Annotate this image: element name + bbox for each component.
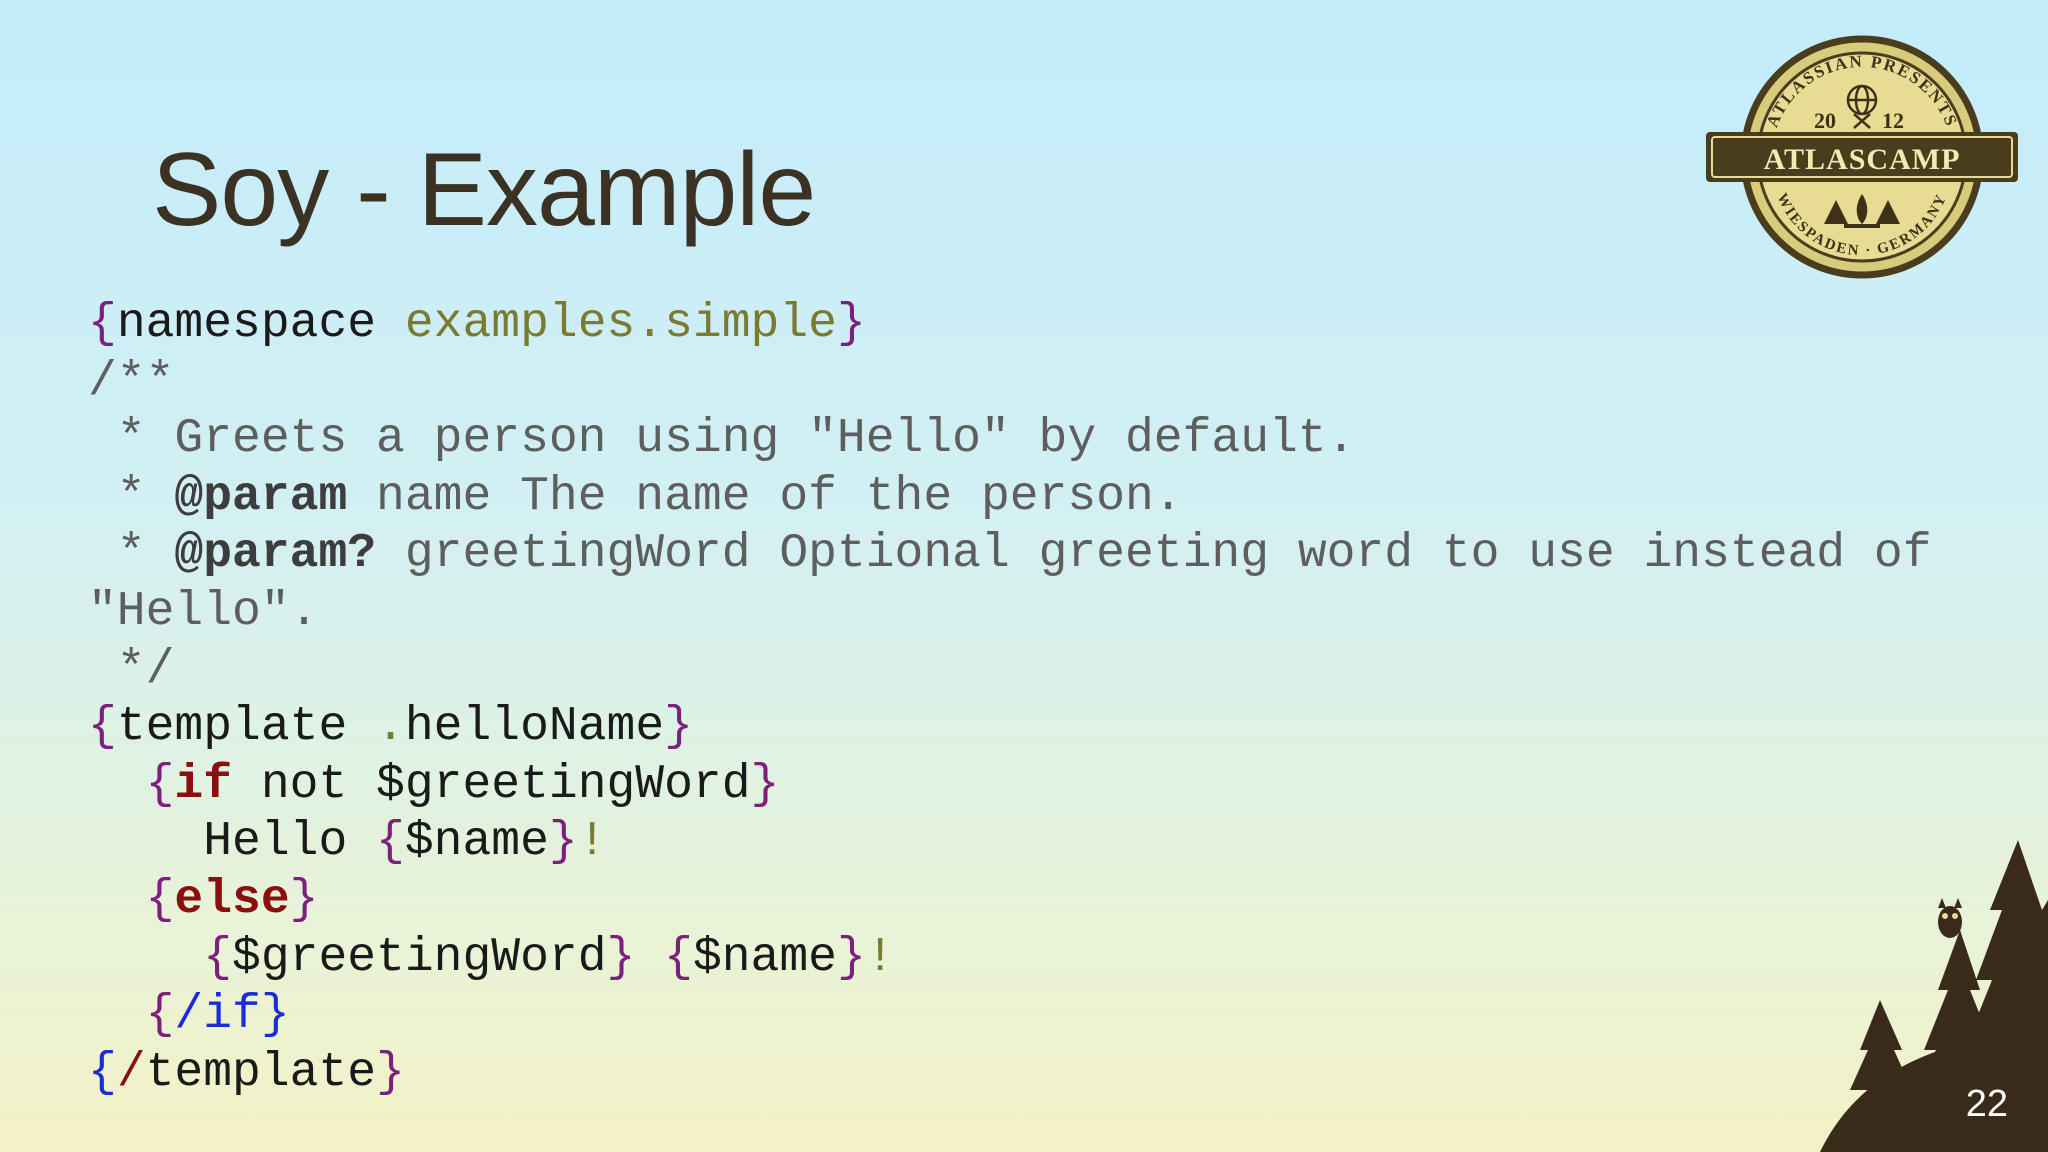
owl-icon: [1938, 898, 1962, 938]
badge-year-right: 12: [1882, 108, 1904, 133]
code-block: {namespace examples.simple} /** * Greets…: [88, 297, 1932, 1100]
badge-banner: ATLASCAMP: [1764, 143, 1961, 176]
badge-year-left: 20: [1814, 108, 1836, 133]
atlascamp-logo: ATLASSIAN PRESENTS WIESPADEN · GERMANY 2…: [1706, 35, 2018, 279]
page-number: 22: [1965, 1083, 2008, 1125]
slide-title: Soy - Example: [152, 132, 816, 248]
trees-illustration: [1820, 840, 2048, 1152]
